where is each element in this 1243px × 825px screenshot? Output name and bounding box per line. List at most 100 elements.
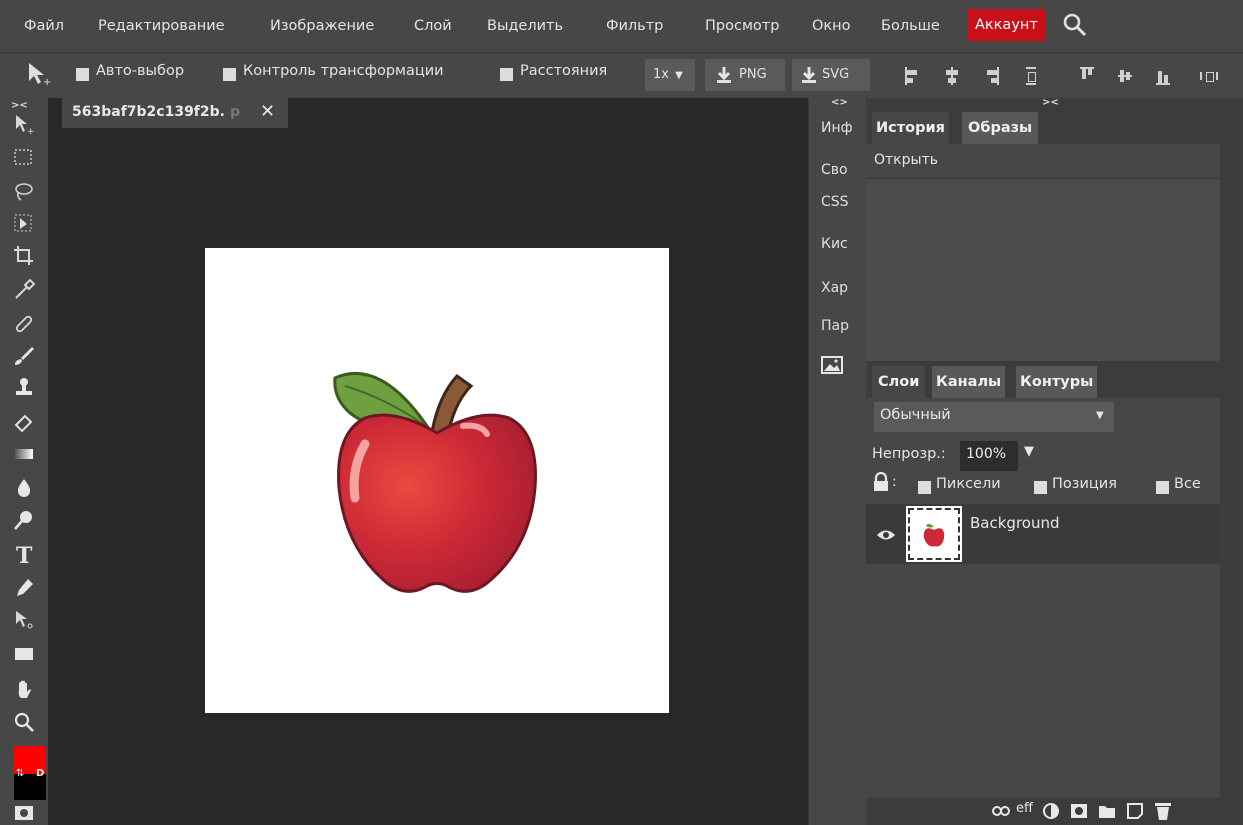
side-item-character[interactable]: Хар (821, 280, 848, 296)
text-tool-icon[interactable]: T (12, 542, 36, 566)
distribute-h-icon[interactable] (1024, 67, 1038, 85)
account-button[interactable]: Аккаунт (967, 9, 1046, 41)
layer-mask-icon[interactable] (1070, 803, 1088, 819)
align-middle-icon[interactable] (1118, 67, 1132, 85)
lasso-tool-icon[interactable] (12, 180, 36, 204)
align-center-h-icon[interactable] (945, 67, 959, 85)
menu-more[interactable]: Больше (881, 0, 940, 52)
distances-label: Расстояния (520, 63, 608, 79)
align-top-icon[interactable] (1080, 67, 1094, 85)
collapse-icon[interactable]: >< (8, 98, 38, 110)
align-right-icon[interactable] (985, 67, 999, 85)
marquee-tool-icon[interactable] (12, 146, 36, 170)
options-bar: + Авто-выбор Контроль трансформации Расс… (0, 52, 1243, 99)
tab-paths[interactable]: Контуры (1016, 366, 1098, 398)
trash-icon[interactable] (1154, 801, 1172, 821)
collapse-icon[interactable]: >< (1042, 97, 1059, 108)
lock-all-checkbox[interactable] (1156, 481, 1169, 494)
document-tab-ext: p (230, 104, 241, 120)
zoom-value: 1x (653, 67, 669, 82)
svg-text:><: >< (11, 100, 28, 110)
lock-position-checkbox[interactable] (1034, 481, 1047, 494)
svg-text:T: T (16, 543, 33, 566)
menu-filter[interactable]: Фильтр (606, 0, 663, 52)
side-item-properties[interactable]: Сво (821, 162, 848, 178)
layers-panel: Обычный ▼ Непрозр.: 100% ▼ : Пиксели Поз… (866, 398, 1220, 825)
layer-thumbnail (906, 506, 962, 562)
side-item-info[interactable]: Инф (821, 120, 853, 136)
expand-icon[interactable]: <> (831, 97, 848, 108)
distances-checkbox[interactable] (500, 68, 513, 81)
eye-icon[interactable] (876, 528, 896, 542)
healing-brush-icon[interactable] (12, 312, 36, 336)
menu-image[interactable]: Изображение (270, 0, 374, 52)
tab-snapshots[interactable]: Образы (962, 112, 1039, 144)
download-icon (717, 67, 731, 83)
lock-position-label: Позиция (1052, 476, 1117, 492)
layer-row[interactable]: Background (866, 504, 1220, 564)
menu-window[interactable]: Окно (812, 0, 851, 52)
export-png-button[interactable]: PNG (705, 59, 785, 91)
adjustment-layer-icon[interactable] (1042, 802, 1060, 820)
close-icon[interactable]: ✕ (260, 101, 275, 122)
tab-channels[interactable]: Каналы (932, 366, 1006, 398)
quick-select-icon[interactable] (12, 212, 36, 236)
menu-select[interactable]: Выделить (487, 0, 563, 52)
image-icon[interactable] (821, 356, 843, 374)
stamp-tool-icon[interactable] (12, 376, 36, 400)
export-svg-button[interactable]: SVG (792, 59, 870, 91)
download-icon (802, 67, 816, 83)
right-panels: >< История Образы Открыть Слои Каналы Ко… (866, 97, 1243, 825)
dodge-tool-icon[interactable] (12, 508, 36, 532)
gradient-tool-icon[interactable] (12, 442, 36, 466)
menu-layer[interactable]: Слой (414, 0, 452, 52)
document-canvas[interactable] (205, 248, 669, 713)
eraser-tool-icon[interactable] (12, 410, 36, 434)
panel-scroll-gutter (1220, 144, 1243, 825)
side-item-paragraph[interactable]: Пар (821, 318, 849, 334)
tab-history[interactable]: История (872, 112, 949, 144)
transform-checkbox[interactable] (223, 68, 236, 81)
layer-effects-button[interactable]: eff (1016, 801, 1033, 816)
brush-tool-icon[interactable] (12, 344, 36, 368)
side-panel-bar: <> Инф Сво CSS Кис Хар Пар (808, 97, 867, 825)
quick-mask-icon[interactable] (14, 805, 34, 821)
zoom-tool-icon[interactable] (12, 710, 36, 734)
blend-mode-select[interactable]: Обычный ▼ (874, 402, 1114, 432)
move-tool-icon[interactable]: + (12, 112, 36, 136)
link-icon[interactable] (992, 804, 1010, 818)
pen-tool-icon[interactable] (12, 576, 36, 600)
history-list (866, 178, 1220, 361)
swap-colors-icon[interactable]: ⇅ (16, 768, 24, 779)
folder-icon[interactable] (1098, 803, 1116, 819)
shape-tool-icon[interactable] (12, 642, 36, 666)
lock-icon (874, 472, 888, 491)
document-tab[interactable]: 563baf7b2c139f2b. p ✕ (62, 98, 288, 128)
side-item-brush[interactable]: Кис (821, 236, 848, 252)
chevron-down-icon: ▼ (1096, 410, 1104, 421)
crop-tool-icon[interactable] (12, 244, 36, 268)
autoselect-checkbox[interactable] (76, 68, 89, 81)
menu-file[interactable]: Файл (24, 0, 64, 52)
default-colors-icon[interactable]: D (36, 768, 44, 779)
opacity-dropdown-icon[interactable]: ▼ (1024, 444, 1034, 459)
new-layer-icon[interactable] (1126, 802, 1144, 820)
blur-tool-icon[interactable] (12, 476, 36, 500)
search-icon[interactable] (1062, 12, 1088, 38)
opacity-field[interactable]: 100% (960, 441, 1018, 471)
history-tabbar: История Образы (866, 112, 1243, 144)
opacity-value: 100% (966, 446, 1007, 462)
side-item-css[interactable]: CSS (821, 194, 849, 210)
menu-view[interactable]: Просмотр (705, 0, 779, 52)
path-select-icon[interactable] (12, 608, 36, 632)
eyedropper-icon[interactable] (12, 278, 36, 302)
menu-edit[interactable]: Редактирование (98, 0, 225, 52)
history-entry[interactable]: Открыть (874, 152, 938, 168)
tab-layers[interactable]: Слои (872, 366, 926, 398)
align-left-icon[interactable] (905, 67, 919, 85)
lock-pixels-checkbox[interactable] (918, 481, 931, 494)
zoom-select[interactable]: 1x ▼ (645, 59, 695, 91)
distribute-v-icon[interactable] (1200, 67, 1224, 85)
align-bottom-icon[interactable] (1156, 67, 1170, 85)
hand-tool-icon[interactable] (12, 678, 36, 702)
